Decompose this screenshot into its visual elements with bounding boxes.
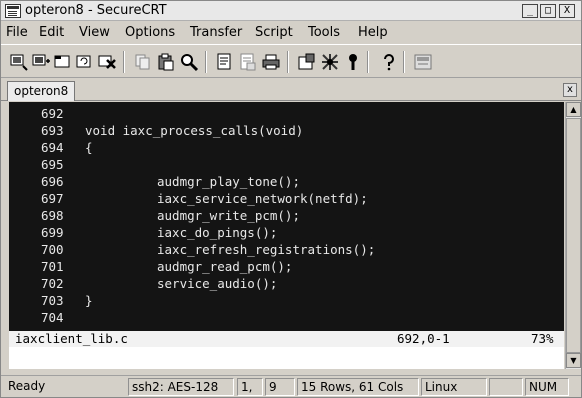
line-number: 703 bbox=[41, 293, 64, 308]
code-text: void iaxc_process_calls(void) bbox=[85, 123, 304, 138]
paste-icon[interactable] bbox=[156, 52, 176, 72]
vim-cursor-position: 692,0-1 bbox=[397, 331, 450, 346]
status-row: 1, bbox=[237, 378, 263, 396]
tab-opteron8[interactable]: opteron8 bbox=[7, 81, 76, 101]
line-number: 700 bbox=[41, 242, 64, 257]
close-button[interactable]: X bbox=[559, 4, 575, 18]
menu-file[interactable]: File bbox=[6, 25, 28, 40]
status-num: NUM bbox=[525, 378, 569, 396]
toolbar-separator bbox=[287, 51, 289, 73]
code-text: } bbox=[85, 293, 93, 308]
copy-icon[interactable] bbox=[133, 52, 153, 72]
reconnect-icon[interactable] bbox=[75, 52, 95, 72]
vim-status-line: iaxclient_lib.c 692,0-1 73% bbox=[9, 331, 564, 347]
status-col: 9 bbox=[265, 378, 295, 396]
window-title: opteron8 - SecureCRT bbox=[25, 3, 167, 18]
toolbar bbox=[1, 44, 581, 78]
terminal-view[interactable]: 692 693 void iaxc_process_calls(void) 694 {6… bbox=[9, 102, 564, 347]
print-selection-icon[interactable] bbox=[238, 52, 258, 72]
keymap-icon[interactable] bbox=[343, 52, 363, 72]
app-icon[interactable] bbox=[5, 4, 21, 18]
find-icon[interactable] bbox=[179, 52, 199, 72]
status-size: 15 Rows, 61 Cols bbox=[297, 378, 419, 396]
toolbar-separator bbox=[205, 51, 207, 73]
toolbar-separator bbox=[367, 51, 369, 73]
print-icon[interactable] bbox=[215, 52, 235, 72]
tab-label: opteron8 bbox=[14, 84, 69, 98]
status-extra bbox=[489, 378, 523, 396]
securecrt-window: opteron8 - SecureCRT _ □ X File Edit Vie… bbox=[0, 0, 582, 398]
line-number: 704 bbox=[41, 310, 64, 325]
scroll-down-arrow-icon[interactable]: ▼ bbox=[566, 353, 581, 368]
status-bar: Ready ssh2: AES-128 1, 9 15 Rows, 61 Col… bbox=[1, 375, 581, 397]
menu-tools[interactable]: Tools bbox=[308, 25, 340, 40]
line-number: 695 bbox=[41, 157, 64, 172]
terminal-scrollbar[interactable]: ▲ ▼ bbox=[565, 102, 581, 369]
menu-options[interactable]: Options bbox=[125, 25, 175, 40]
menu-transfer[interactable]: Transfer bbox=[190, 25, 242, 40]
terminal-blank-area bbox=[9, 347, 564, 369]
session-tab-bar: opteron8 x bbox=[1, 79, 581, 101]
code-text: iaxc_do_pings(); bbox=[157, 225, 278, 240]
code-text: audmgr_read_pcm(); bbox=[157, 259, 293, 274]
line-number: 693 bbox=[41, 123, 64, 138]
status-ready: Ready bbox=[8, 379, 46, 393]
code-text: iaxc_service_network(netfd); bbox=[157, 191, 368, 206]
session-options-icon[interactable] bbox=[297, 52, 317, 72]
connect-icon[interactable] bbox=[9, 52, 29, 72]
line-number: 702 bbox=[41, 276, 64, 291]
code-text: service_audio(); bbox=[157, 276, 278, 291]
status-protocol: ssh2: AES-128 bbox=[128, 378, 234, 396]
menu-help[interactable]: Help bbox=[358, 25, 388, 40]
line-number: 697 bbox=[41, 191, 64, 206]
connect-tab-icon[interactable] bbox=[53, 52, 73, 72]
scroll-up-arrow-icon[interactable]: ▲ bbox=[566, 102, 581, 117]
menu-edit[interactable]: Edit bbox=[39, 25, 64, 40]
status-os: Linux bbox=[421, 378, 487, 396]
sftp-icon[interactable] bbox=[413, 52, 433, 72]
code-text: audmgr_write_pcm(); bbox=[157, 208, 300, 223]
line-number: 698 bbox=[41, 208, 64, 223]
line-number: 696 bbox=[41, 174, 64, 189]
code-text: iaxc_refresh_registrations(); bbox=[157, 242, 376, 257]
toolbar-separator bbox=[403, 51, 405, 73]
menu-script[interactable]: Script bbox=[255, 25, 293, 40]
minimize-button[interactable]: _ bbox=[522, 4, 538, 18]
code-text: { bbox=[85, 140, 93, 155]
global-options-icon[interactable] bbox=[320, 52, 340, 72]
scroll-thumb[interactable] bbox=[566, 118, 581, 353]
line-number: 701 bbox=[41, 259, 64, 274]
menu-view[interactable]: View bbox=[79, 25, 110, 40]
menu-bar: File Edit View Options Transfer Script T… bbox=[1, 22, 581, 42]
quick-connect-icon[interactable] bbox=[31, 52, 51, 72]
title-bar: opteron8 - SecureCRT _ □ X bbox=[1, 1, 581, 21]
close-tab-button[interactable]: x bbox=[563, 83, 577, 97]
vim-scroll-percent: 73% bbox=[531, 331, 554, 346]
line-number: 692 bbox=[41, 106, 64, 121]
line-number: 694 bbox=[41, 140, 64, 155]
toolbar-separator bbox=[123, 51, 125, 73]
maximize-button[interactable]: □ bbox=[540, 4, 556, 18]
disconnect-icon[interactable] bbox=[97, 52, 117, 72]
line-number: 699 bbox=[41, 225, 64, 240]
help-icon[interactable] bbox=[379, 52, 399, 72]
vim-filename: iaxclient_lib.c bbox=[15, 331, 128, 346]
printer-icon[interactable] bbox=[261, 52, 281, 72]
code-text: audmgr_play_tone(); bbox=[157, 174, 300, 189]
